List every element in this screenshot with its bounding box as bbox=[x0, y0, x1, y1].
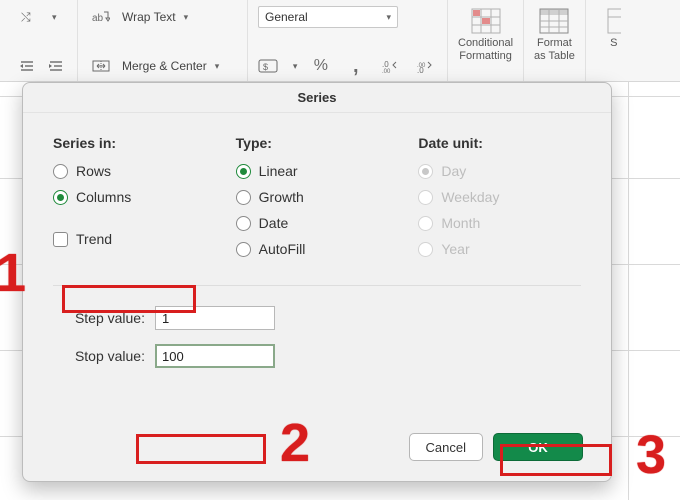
svg-text:$: $ bbox=[263, 62, 268, 72]
option-label: Date bbox=[259, 215, 289, 231]
radio-disabled-icon bbox=[418, 216, 433, 231]
chevron-down-icon[interactable]: ▾ bbox=[215, 61, 220, 72]
radio-icon bbox=[236, 242, 251, 257]
option-label: Linear bbox=[259, 163, 298, 179]
radio-icon bbox=[53, 164, 68, 179]
step-value-field: Step value: bbox=[53, 306, 581, 330]
number-format-combo[interactable]: General ▾ bbox=[258, 6, 398, 28]
currency-icon[interactable]: $ bbox=[258, 55, 281, 77]
series-in-rows-option[interactable]: Rows bbox=[53, 163, 216, 179]
ok-button[interactable]: OK bbox=[493, 433, 583, 461]
radio-disabled-icon bbox=[418, 242, 433, 257]
type-linear-option[interactable]: Linear bbox=[236, 163, 399, 179]
ribbon-group-styles-edge: S bbox=[586, 0, 636, 81]
orientation-icon[interactable]: ⤭ bbox=[18, 6, 44, 28]
series-in-columns-option[interactable]: Columns bbox=[53, 189, 216, 205]
series-in-group: Series in: Rows Columns Trend bbox=[53, 135, 216, 267]
type-autofill-option[interactable]: AutoFill bbox=[236, 241, 399, 257]
series-dialog: Series Series in: Rows Columns Trend bbox=[22, 82, 612, 482]
chevron-down-icon[interactable]: ▾ bbox=[52, 12, 57, 23]
chevron-down-icon[interactable]: ▾ bbox=[184, 12, 189, 23]
radio-selected-icon bbox=[236, 164, 251, 179]
chevron-down-icon: ▾ bbox=[386, 12, 391, 23]
number-format-value: General bbox=[265, 10, 308, 24]
dialog-title: Series bbox=[23, 83, 611, 113]
option-label: Growth bbox=[259, 189, 304, 205]
date-unit-heading: Date unit: bbox=[418, 135, 581, 151]
option-label: Day bbox=[441, 163, 466, 179]
ribbon-group-indent: ⤭ ▾ bbox=[8, 0, 78, 81]
type-heading: Type: bbox=[236, 135, 399, 151]
trend-checkbox[interactable]: Trend bbox=[53, 231, 216, 247]
step-value-input[interactable] bbox=[155, 306, 275, 330]
radio-icon bbox=[236, 216, 251, 231]
increase-indent-icon[interactable] bbox=[47, 55, 68, 77]
merge-center-icon[interactable] bbox=[88, 55, 114, 77]
conditional-formatting-icon bbox=[468, 6, 504, 36]
date-unit-day-option: Day bbox=[418, 163, 581, 179]
format-as-table-button[interactable]: Format as Table bbox=[534, 6, 575, 62]
type-growth-option[interactable]: Growth bbox=[236, 189, 399, 205]
percent-icon[interactable]: % bbox=[309, 55, 332, 77]
cell-styles-icon bbox=[596, 6, 632, 36]
checkbox-icon bbox=[53, 232, 68, 247]
radio-disabled-icon bbox=[418, 190, 433, 205]
cancel-button[interactable]: Cancel bbox=[409, 433, 483, 461]
ribbon: ⤭ ▾ ab Wrap Text ▾ Merge & Center ▾ bbox=[0, 0, 680, 82]
cell-styles-button[interactable]: S bbox=[596, 6, 632, 62]
date-unit-year-option: Year bbox=[418, 241, 581, 257]
ribbon-group-number: General ▾ $ ▾ % , .0.00 .00.0 bbox=[248, 0, 448, 81]
radio-icon bbox=[236, 190, 251, 205]
radio-disabled-selected-icon bbox=[418, 164, 433, 179]
conditional-formatting-button[interactable]: Conditional Formatting bbox=[458, 6, 513, 62]
radio-selected-icon bbox=[53, 190, 68, 205]
date-unit-weekday-option: Weekday bbox=[418, 189, 581, 205]
date-unit-month-option: Month bbox=[418, 215, 581, 231]
option-label: Trend bbox=[76, 231, 112, 247]
wrap-text-label[interactable]: Wrap Text bbox=[122, 10, 176, 24]
stop-value-label: Stop value: bbox=[53, 348, 145, 364]
wrap-text-icon[interactable]: ab bbox=[88, 6, 114, 28]
svg-text:.0: .0 bbox=[382, 60, 389, 69]
step-value-label: Step value: bbox=[53, 310, 145, 326]
svg-text:⤭: ⤭ bbox=[21, 10, 31, 24]
option-label: Rows bbox=[76, 163, 111, 179]
series-in-heading: Series in: bbox=[53, 135, 216, 151]
svg-text:ab: ab bbox=[92, 13, 104, 24]
decrease-indent-icon[interactable] bbox=[18, 55, 39, 77]
svg-text:.00: .00 bbox=[382, 69, 391, 73]
stop-value-field: Stop value: bbox=[53, 344, 581, 368]
comma-icon[interactable]: , bbox=[344, 55, 367, 77]
merge-center-label[interactable]: Merge & Center bbox=[122, 59, 207, 73]
option-label: Weekday bbox=[441, 189, 499, 205]
format-as-table-icon bbox=[536, 6, 572, 36]
option-label: Columns bbox=[76, 189, 131, 205]
ribbon-group-cond-format: Conditional Formatting bbox=[448, 0, 524, 81]
ribbon-group-alignment: ab Wrap Text ▾ Merge & Center ▾ bbox=[78, 0, 248, 81]
increase-decimal-icon[interactable]: .0.00 bbox=[379, 55, 402, 77]
option-label: AutoFill bbox=[259, 241, 306, 257]
chevron-down-icon[interactable]: ▾ bbox=[293, 61, 298, 72]
ribbon-group-format-table: Format as Table bbox=[524, 0, 586, 81]
type-date-option[interactable]: Date bbox=[236, 215, 399, 231]
option-label: Month bbox=[441, 215, 480, 231]
decrease-decimal-icon[interactable]: .00.0 bbox=[414, 55, 437, 77]
option-label: Year bbox=[441, 241, 469, 257]
svg-text:.0: .0 bbox=[417, 66, 424, 73]
type-group: Type: Linear Growth Date AutoFill bbox=[236, 135, 399, 267]
stop-value-input[interactable] bbox=[155, 344, 275, 368]
date-unit-group: Date unit: Day Weekday Month Year bbox=[418, 135, 581, 267]
